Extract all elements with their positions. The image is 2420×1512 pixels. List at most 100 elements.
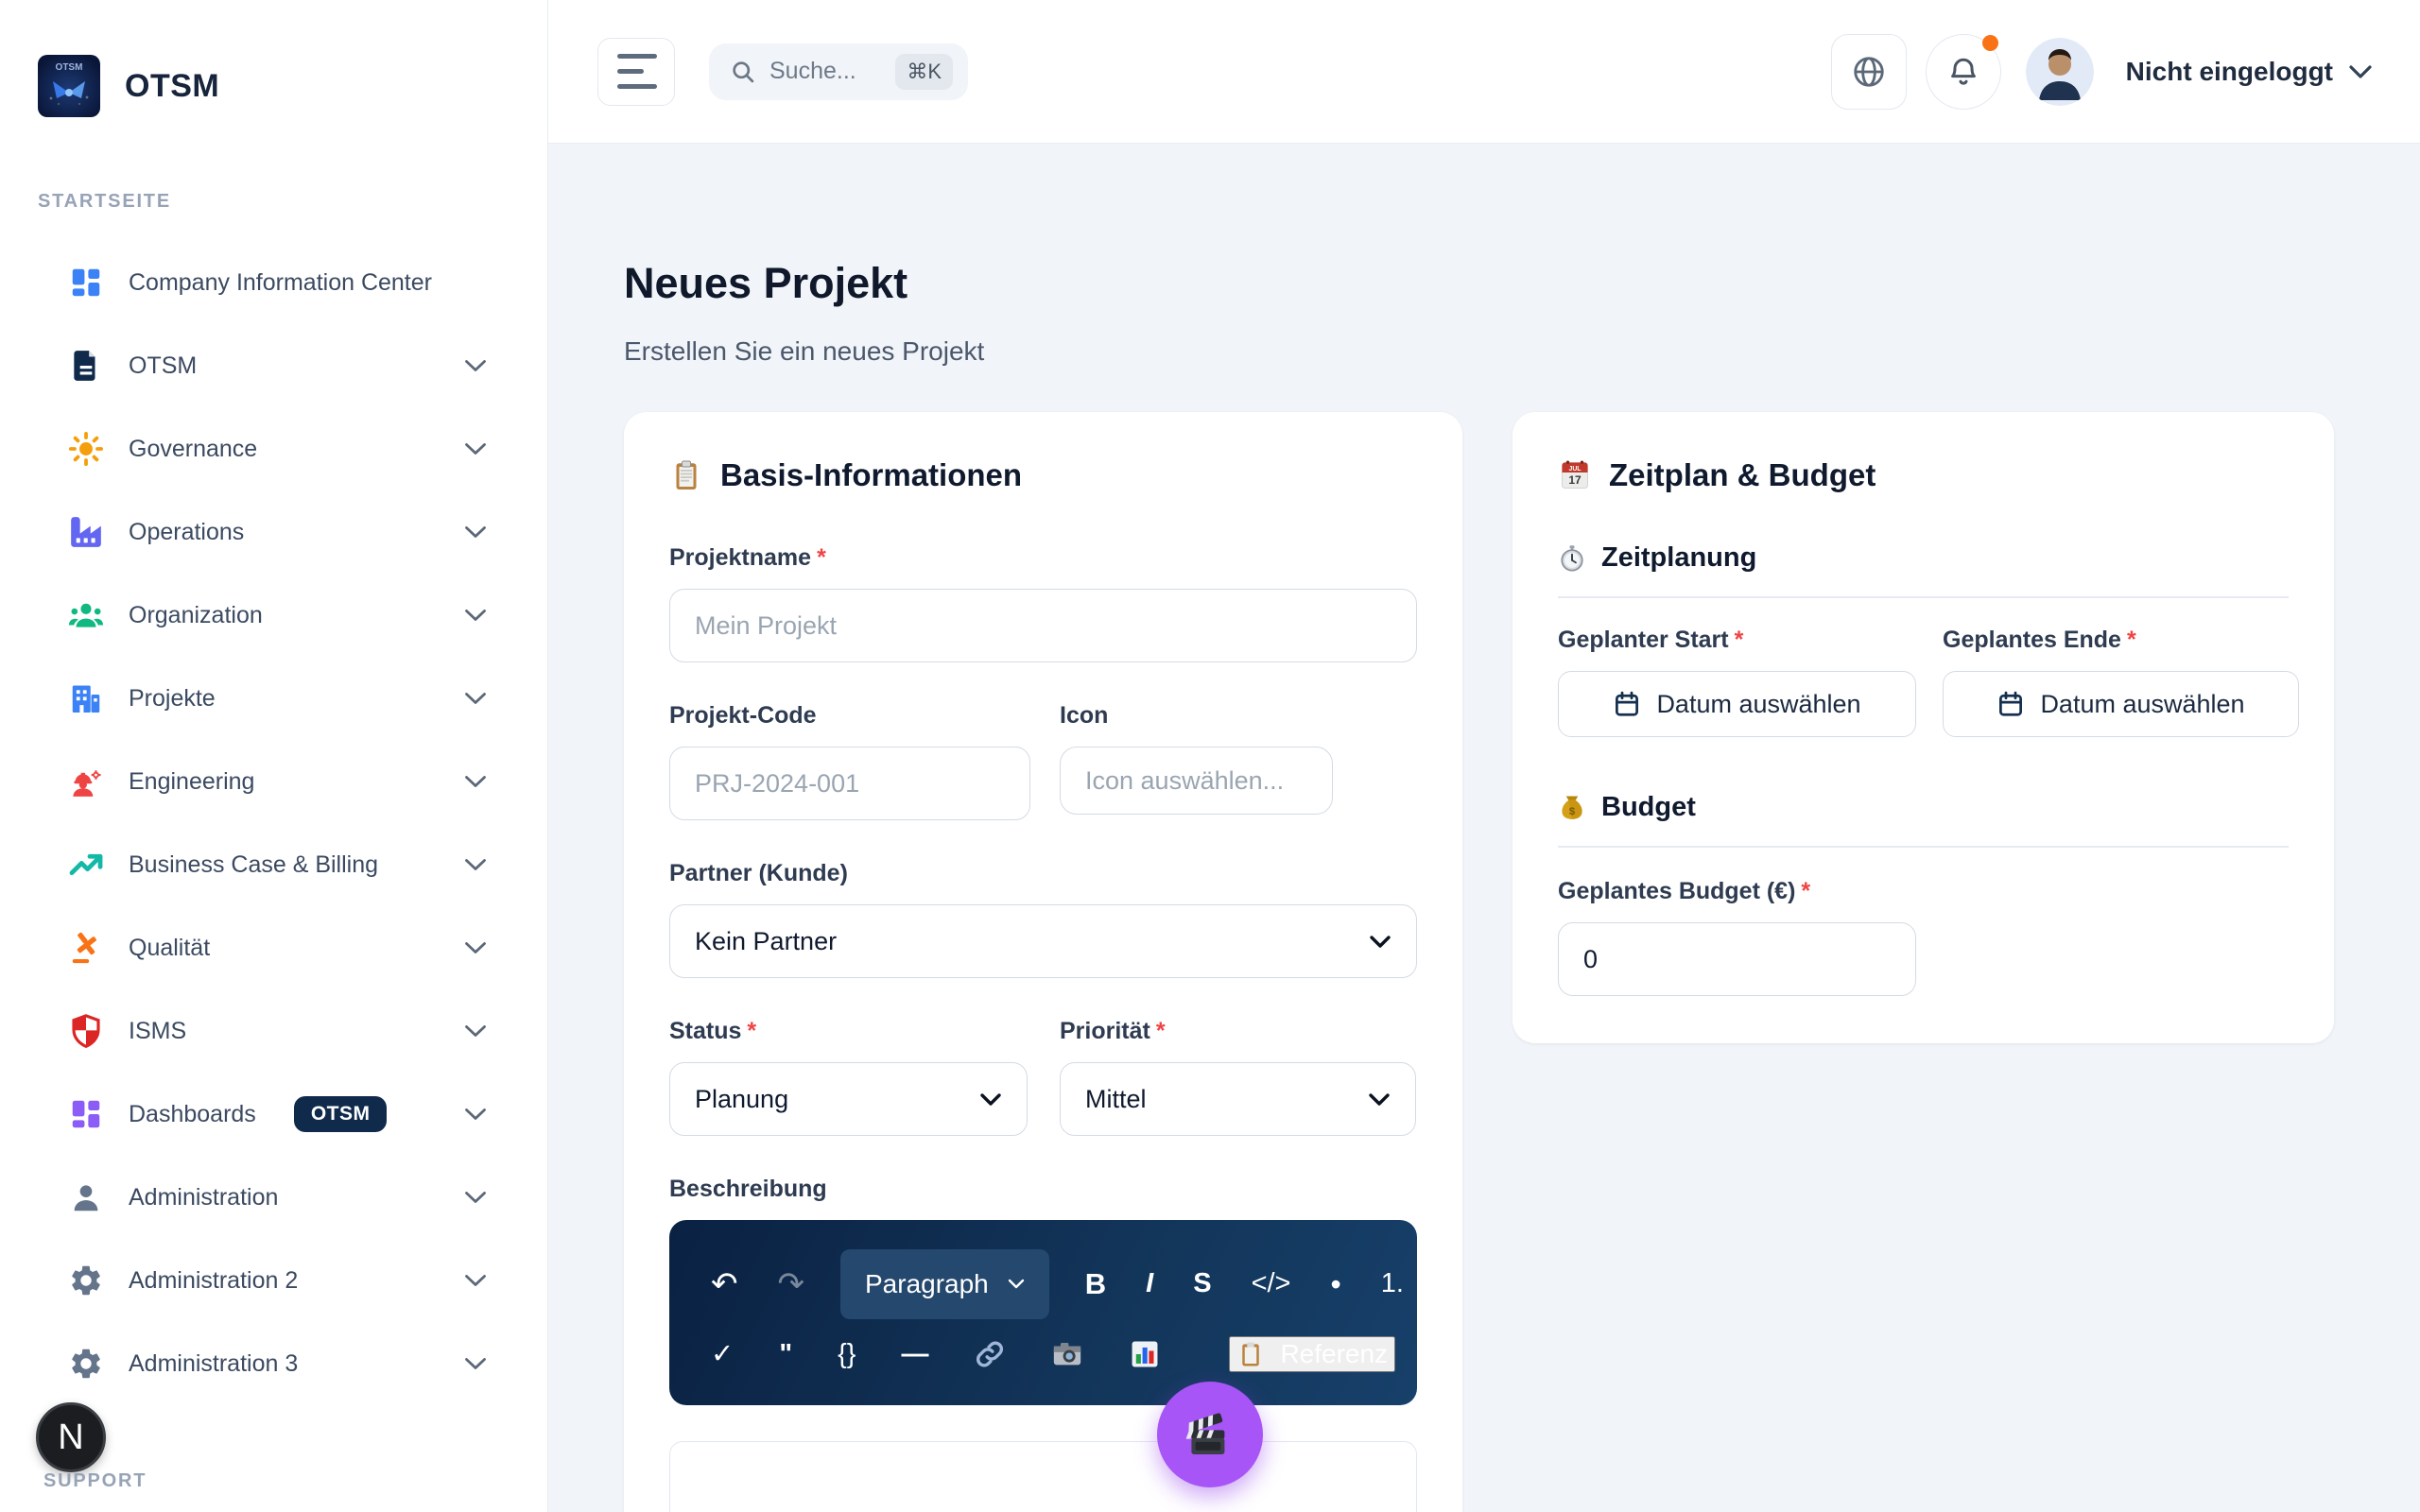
sidebar-toggle-button[interactable]	[597, 38, 675, 106]
sidebar-item-label: Organization	[129, 600, 263, 631]
avatar[interactable]	[2026, 38, 2094, 106]
geplanter-start-date-button[interactable]: Datum auswählen	[1558, 671, 1916, 737]
sidebar-item-operations[interactable]: Operations	[38, 490, 510, 574]
media-fab-button[interactable]	[1157, 1382, 1263, 1487]
calendar-outline-icon	[1613, 690, 1641, 718]
code-block-button[interactable]: {}	[834, 1335, 859, 1374]
horizontal-rule-button[interactable]: —	[897, 1335, 932, 1374]
italic-button[interactable]: I	[1142, 1264, 1157, 1303]
chevron-down-icon	[464, 1024, 487, 1038]
sidebar-item-organization[interactable]: Organization	[38, 574, 510, 657]
search-placeholder: Suche...	[769, 58, 882, 85]
strikethrough-button[interactable]: S	[1189, 1264, 1215, 1303]
devtools-n-badge[interactable]: N	[36, 1402, 106, 1472]
chevron-down-icon	[464, 858, 487, 871]
user-menu[interactable]: Nicht eingeloggt	[2126, 57, 2373, 87]
bullet-list-button[interactable]: •	[1327, 1263, 1345, 1305]
inline-code-button[interactable]: </>	[1248, 1264, 1295, 1303]
prioritaet-label: Priorität*	[1060, 1018, 1416, 1045]
sidebar-item-dashboards[interactable]: DashboardsOTSM	[38, 1073, 510, 1156]
content-area: Neues Projekt Erstellen Sie ein neues Pr…	[548, 144, 2420, 1512]
link-icon	[974, 1338, 1006, 1370]
chevron-down-icon	[464, 941, 487, 954]
search-input[interactable]: Suche... ⌘K	[709, 43, 968, 100]
richtext-editor-body[interactable]	[669, 1441, 1417, 1512]
task-list-button[interactable]: ✓	[707, 1335, 737, 1374]
sidebar-item-label: Operations	[129, 517, 244, 548]
image-button[interactable]	[1047, 1332, 1087, 1376]
chevron-down-icon	[464, 692, 487, 705]
grid-icon	[68, 1096, 104, 1132]
page-title: Neues Projekt	[624, 259, 2344, 308]
users-icon	[68, 597, 104, 633]
ordered-list-button[interactable]: 1.	[1377, 1264, 1408, 1303]
sidebar-item-label: Business Case & Billing	[129, 850, 378, 881]
sidebar-item-otsm[interactable]: OTSM	[38, 324, 510, 407]
geplantes-budget-input[interactable]	[1558, 922, 1916, 996]
link-button[interactable]	[970, 1332, 1010, 1376]
sidebar-item-label: Engineering	[129, 766, 254, 798]
brand[interactable]: OTSM OTSM	[38, 55, 510, 117]
select-chevron-icon	[979, 1092, 1002, 1107]
sidebar-item-governance[interactable]: Governance	[38, 407, 510, 490]
geplanter-start-label: Geplanter Start*	[1558, 627, 1916, 654]
sidebar-item-label: ISMS	[129, 1016, 186, 1047]
bell-icon	[1946, 55, 1980, 89]
stopwatch-icon	[1558, 544, 1586, 573]
chevron-down-icon	[464, 1191, 487, 1204]
bold-button[interactable]: B	[1081, 1263, 1110, 1304]
projektname-input[interactable]	[669, 589, 1417, 662]
topbar-right: Nicht eingeloggt	[1831, 34, 2373, 110]
factory-icon	[68, 514, 104, 550]
select-chevron-icon	[1369, 935, 1392, 949]
sidebar-item-administration[interactable]: Administration	[38, 1156, 510, 1239]
document-icon	[68, 348, 104, 384]
sidebar-item-isms[interactable]: ISMS	[38, 989, 510, 1073]
chevron-down-icon	[464, 1108, 487, 1121]
projektname-label: Projektname*	[669, 544, 1417, 572]
sidebar-item-badge: OTSM	[294, 1096, 388, 1132]
sidebar-nav: Company Information CenterOTSMGovernance…	[38, 241, 510, 1405]
svg-text:JUL: JUL	[1569, 466, 1582, 472]
partner-select[interactable]: Kein Partner	[669, 904, 1417, 978]
status-select[interactable]: Planung	[669, 1062, 1028, 1136]
blockquote-button[interactable]: "	[775, 1335, 796, 1374]
sidebar-item-administration-2[interactable]: Administration 2	[38, 1239, 510, 1322]
undo-button[interactable]: ↶	[707, 1263, 742, 1306]
sidebar-item-projekte[interactable]: Projekte	[38, 657, 510, 740]
divider	[1558, 596, 2289, 598]
sidebar-item-administration-3[interactable]: Administration 3	[38, 1322, 510, 1405]
paragraph-style-select[interactable]: Paragraph	[840, 1249, 1049, 1319]
sidebar-item-qualit-t[interactable]: Qualität	[38, 906, 510, 989]
geplantes-ende-date-button[interactable]: Datum auswählen	[1943, 671, 2299, 737]
calendar-outline-icon	[1996, 690, 2025, 718]
grid-icon	[68, 265, 104, 301]
referenz-button[interactable]: Referenz	[1229, 1336, 1395, 1372]
geplantes-ende-label: Geplantes Ende*	[1943, 627, 2299, 654]
language-button[interactable]	[1831, 34, 1907, 110]
chevron-down-icon	[464, 775, 487, 788]
sidebar-item-company-information-center[interactable]: Company Information Center	[38, 241, 510, 324]
search-shortcut-badge: ⌘K	[895, 54, 953, 90]
projekt-code-input[interactable]	[669, 747, 1030, 820]
select-chevron-icon	[1368, 1092, 1391, 1107]
icon-label: Icon	[1060, 702, 1333, 730]
basis-informationen-card: Basis-Informationen Projektname* Projekt…	[624, 412, 1462, 1512]
zeitplan-budget-card: JUL 17 Zeitplan & Budget	[1512, 412, 2334, 1043]
search-icon	[730, 59, 756, 85]
prioritaet-select[interactable]: Mittel	[1060, 1062, 1416, 1136]
chart-button[interactable]	[1125, 1332, 1165, 1376]
svg-text:$: $	[1569, 806, 1576, 817]
sun-icon	[68, 431, 104, 467]
richtext-toolbar: ↶ ↷ Paragraph B I S </> •	[669, 1220, 1417, 1405]
sidebar-item-label: Administration 3	[129, 1349, 298, 1380]
sidebar-item-engineering[interactable]: Engineering	[38, 740, 510, 823]
redo-button[interactable]: ↷	[774, 1263, 809, 1306]
sidebar-item-business-case-billing[interactable]: Business Case & Billing	[38, 823, 510, 906]
icon-picker-input[interactable]	[1060, 747, 1333, 815]
person-icon	[68, 1179, 104, 1215]
notifications-button[interactable]	[1926, 34, 2001, 110]
chevron-down-icon	[1008, 1279, 1025, 1289]
chevron-down-icon	[464, 1274, 487, 1287]
brand-name: OTSM	[125, 68, 219, 105]
